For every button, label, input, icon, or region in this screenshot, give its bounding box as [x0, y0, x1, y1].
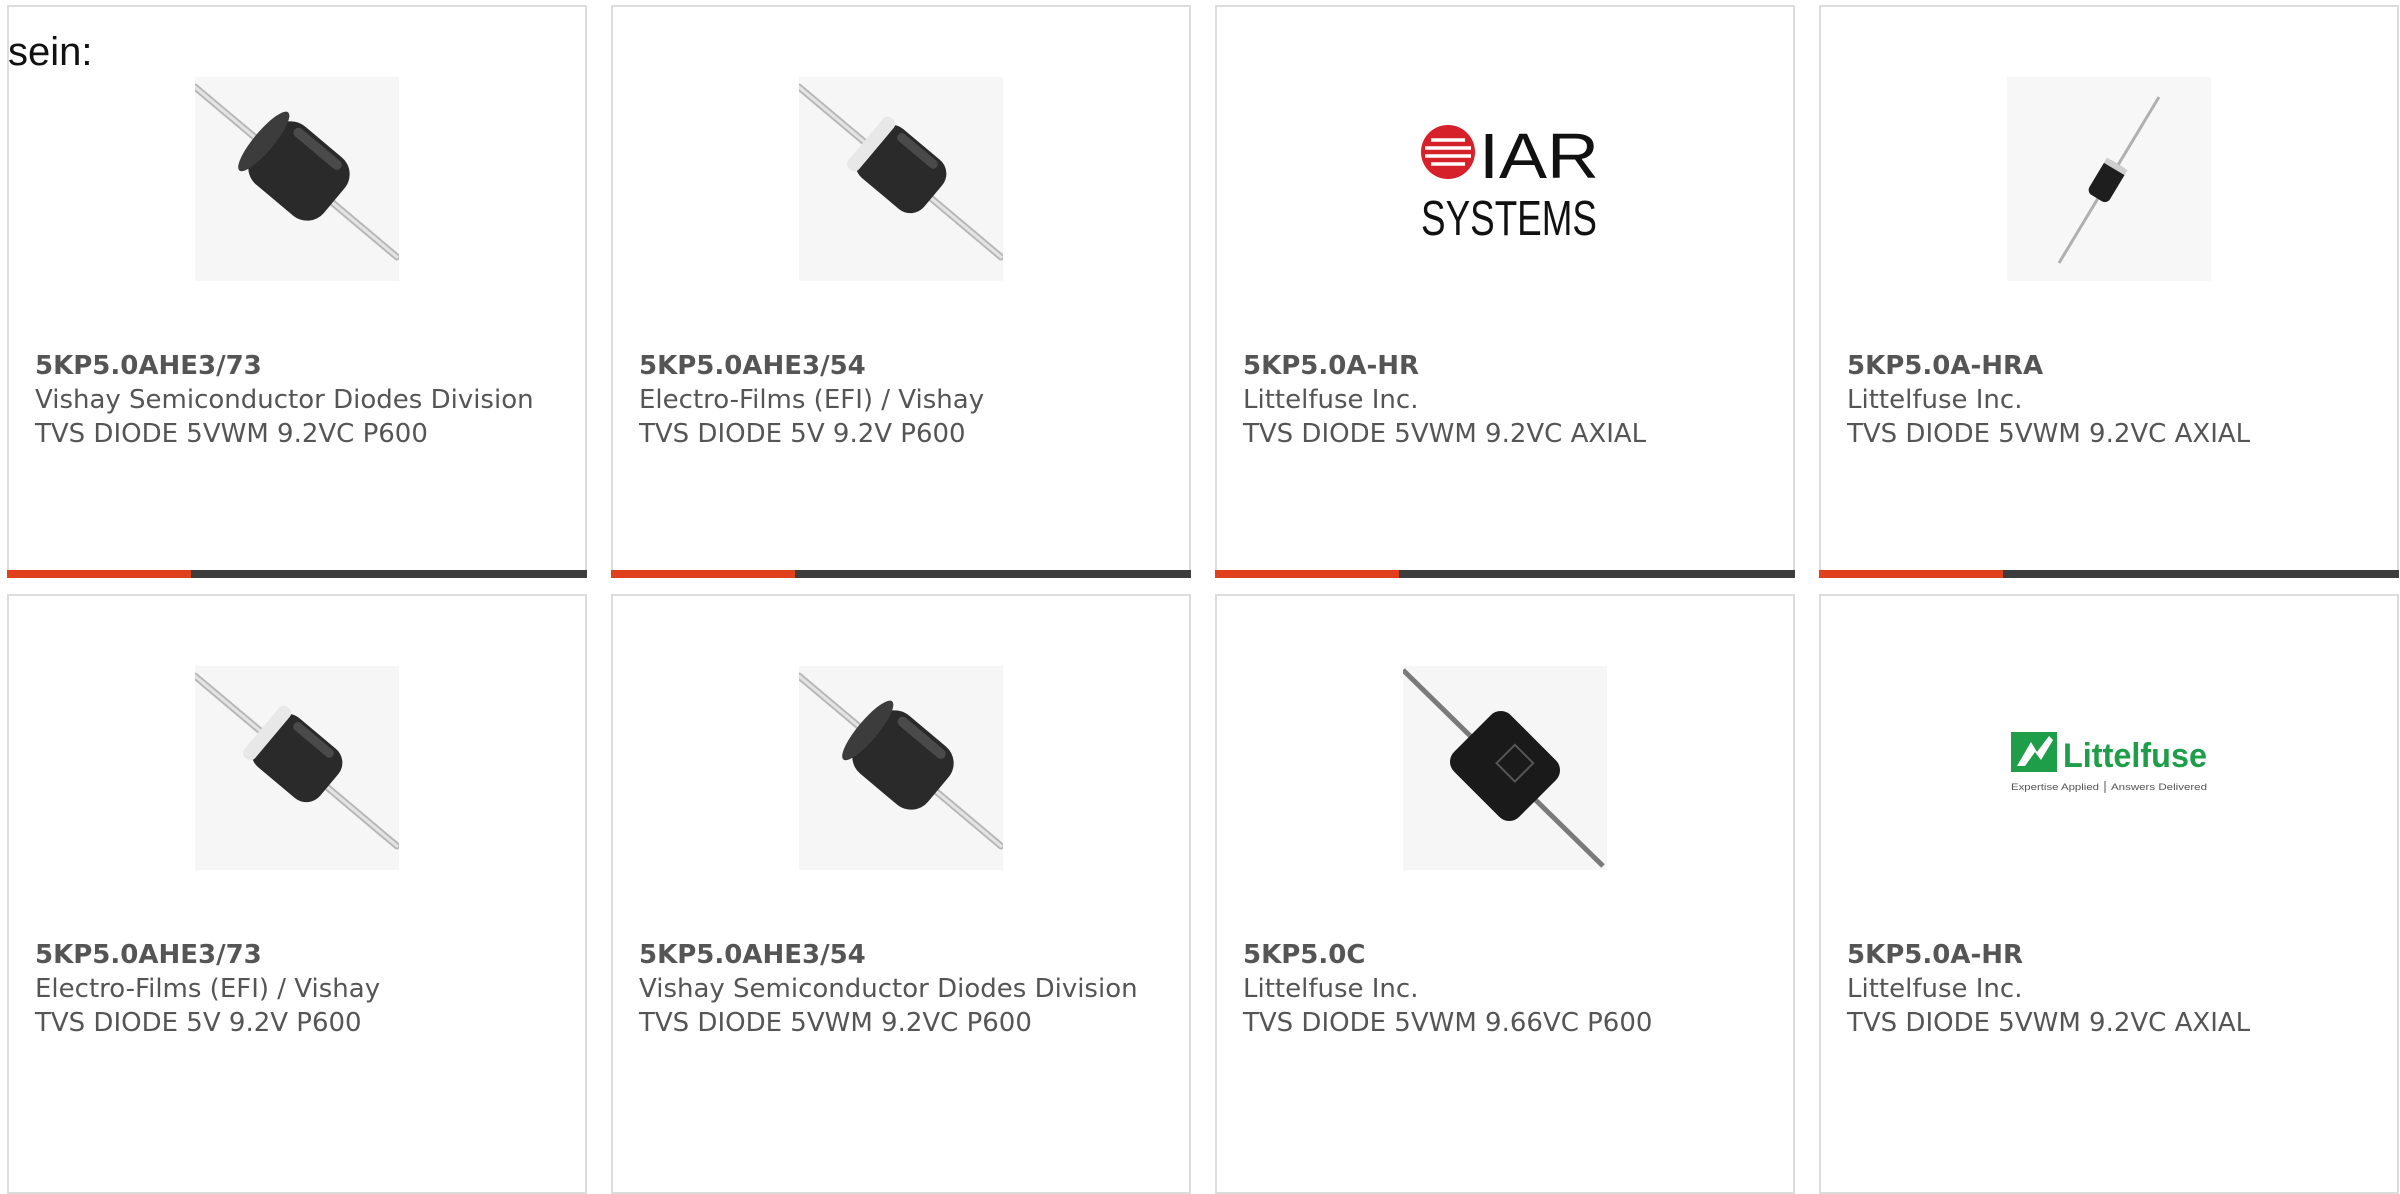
diode-tilted-icon — [799, 666, 1003, 870]
product-card[interactable]: 5KP5.0AHE3/73 Electro-Films (EFI) / Vish… — [7, 594, 587, 1194]
description: TVS DIODE 5VWM 9.2VC AXIAL — [1847, 1008, 2251, 1038]
product-grid: 5KP5.0AHE3/73 Vishay Semiconductor Diode… — [7, 5, 2400, 1194]
card-progress-accent — [611, 570, 795, 578]
part-number-link[interactable]: 5KP5.0AHE3/73 — [35, 938, 545, 972]
manufacturer: Littelfuse Inc. — [1243, 385, 1419, 415]
description: TVS DIODE 5VWM 9.2VC P600 — [639, 1008, 1032, 1038]
product-info: 5KP5.0AHE3/54 Vishay Semiconductor Diode… — [639, 938, 1149, 1040]
product-card[interactable]: Littelfuse Expertise Applied Answers Del… — [1819, 594, 2399, 1194]
logo-tagline-left: Expertise Applied — [2011, 782, 2099, 792]
part-number-link[interactable]: 5KP5.0C — [1243, 938, 1753, 972]
product-info: 5KP5.0AHE3/73 Vishay Semiconductor Diode… — [35, 349, 545, 451]
card-progress-bar — [611, 570, 1191, 578]
product-info: 5KP5.0A-HRA Littelfuse Inc. TVS DIODE 5V… — [1847, 349, 2357, 451]
product-info: 5KP5.0AHE3/73 Electro-Films (EFI) / Vish… — [35, 938, 545, 1040]
diode-small-icon — [2007, 77, 2211, 281]
description: TVS DIODE 5VWM 9.2VC P600 — [35, 419, 428, 449]
description: TVS DIODE 5VWM 9.2VC AXIAL — [1847, 419, 2251, 449]
diode-banded-icon — [799, 77, 1003, 281]
product-info: 5KP5.0C Littelfuse Inc. TVS DIODE 5VWM 9… — [1243, 938, 1753, 1040]
product-info: 5KP5.0A-HR Littelfuse Inc. TVS DIODE 5VW… — [1243, 349, 1753, 451]
card-progress-accent — [7, 570, 191, 578]
manufacturer: Littelfuse Inc. — [1847, 385, 2023, 415]
description: TVS DIODE 5V 9.2V P600 — [35, 1008, 362, 1038]
card-progress-accent — [1819, 570, 2003, 578]
description: TVS DIODE 5VWM 9.2VC AXIAL — [1243, 419, 1647, 449]
product-card[interactable]: 5KP5.0A-HRA Littelfuse Inc. TVS DIODE 5V… — [1819, 5, 2399, 578]
product-card[interactable]: 5KP5.0AHE3/73 Vishay Semiconductor Diode… — [7, 5, 587, 578]
manufacturer: Vishay Semiconductor Diodes Division — [35, 385, 534, 415]
product-card[interactable]: IAR SYSTEMS 5KP5.0A-HR Littelfuse Inc. T… — [1215, 5, 1795, 578]
manufacturer: Electro-Films (EFI) / Vishay — [35, 974, 381, 1004]
card-progress-accent — [1215, 570, 1399, 578]
manufacturer: Littelfuse Inc. — [1847, 974, 2023, 1004]
littelfuse-logo: Littelfuse Expertise Applied Answers Del… — [2007, 666, 2211, 870]
card-progress-bar — [1819, 570, 2399, 578]
manufacturer: Vishay Semiconductor Diodes Division — [639, 974, 1138, 1004]
product-card[interactable]: 5KP5.0AHE3/54 Vishay Semiconductor Diode… — [611, 594, 1191, 1194]
systems-logo-text: SYSTEMS — [1421, 192, 1597, 246]
iar-systems-logo: IAR SYSTEMS — [1403, 77, 1607, 281]
diode-axial-icon — [1403, 666, 1607, 870]
part-number-link[interactable]: 5KP5.0A-HRA — [1847, 349, 2357, 383]
product-card[interactable]: 5KP5.0C Littelfuse Inc. TVS DIODE 5VWM 9… — [1215, 594, 1795, 1194]
part-number-link[interactable]: 5KP5.0AHE3/54 — [639, 349, 1149, 383]
card-progress-bar — [7, 570, 587, 578]
diode-tilted-icon — [195, 77, 399, 281]
description: TVS DIODE 5VWM 9.66VC P600 — [1243, 1008, 1653, 1038]
product-info: 5KP5.0A-HR Littelfuse Inc. TVS DIODE 5VW… — [1847, 938, 2357, 1040]
iar-logo-text: IAR — [1479, 120, 1599, 192]
product-card[interactable]: 5KP5.0AHE3/54 Electro-Films (EFI) / Vish… — [611, 5, 1191, 578]
manufacturer: Electro-Films (EFI) / Vishay — [639, 385, 985, 415]
part-number-link[interactable]: 5KP5.0A-HR — [1847, 938, 2357, 972]
product-info: 5KP5.0AHE3/54 Electro-Films (EFI) / Vish… — [639, 349, 1149, 451]
part-number-link[interactable]: 5KP5.0A-HR — [1243, 349, 1753, 383]
lead-text: sein: — [8, 30, 93, 74]
littelfuse-logo-text: Littelfuse — [2063, 737, 2207, 775]
description: TVS DIODE 5V 9.2V P600 — [639, 419, 966, 449]
part-number-link[interactable]: 5KP5.0AHE3/73 — [35, 349, 545, 383]
card-progress-bar — [1215, 570, 1795, 578]
logo-tagline-right: Answers Delivered — [2111, 782, 2207, 792]
part-number-link[interactable]: 5KP5.0AHE3/54 — [639, 938, 1149, 972]
manufacturer: Littelfuse Inc. — [1243, 974, 1419, 1004]
diode-banded-icon — [195, 666, 399, 870]
